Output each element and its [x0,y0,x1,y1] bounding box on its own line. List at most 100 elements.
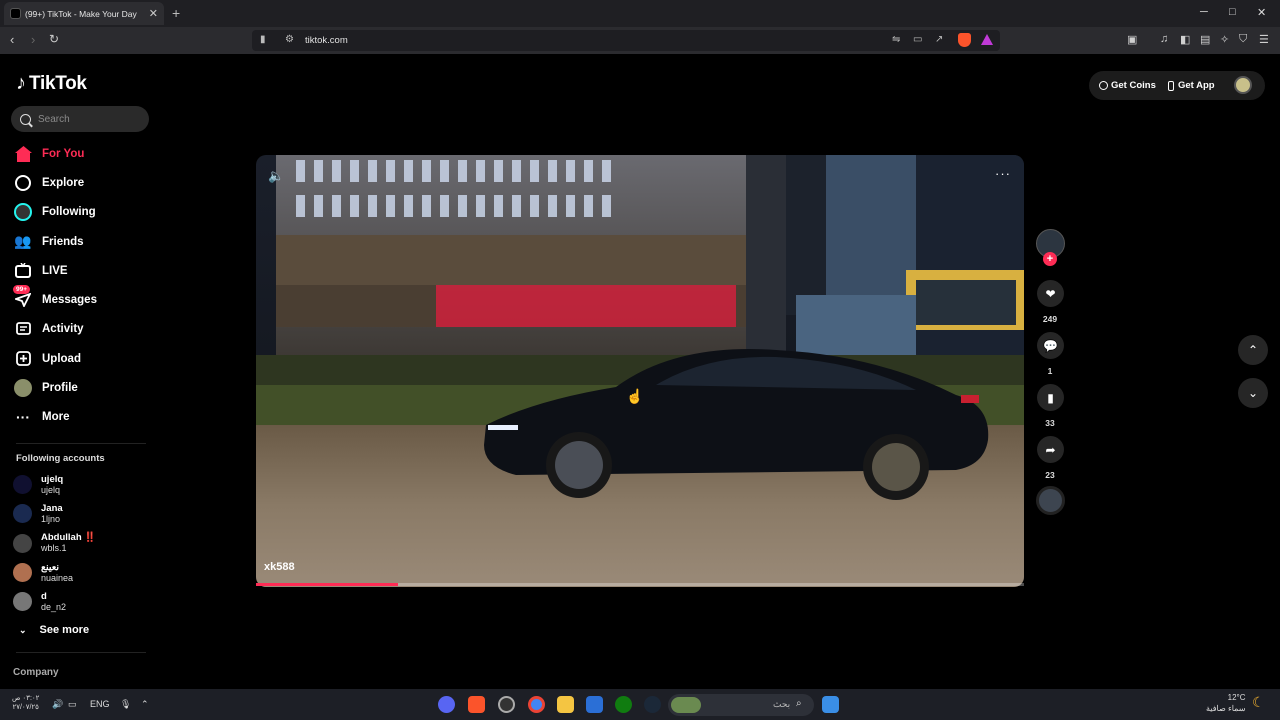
xbox-icon[interactable] [615,696,632,713]
account-username: 1ljno [41,513,61,524]
weather-widget[interactable]: 12°C سماء صافية [1206,692,1246,714]
screenshot-icon[interactable]: ▣ [1127,33,1137,46]
nav-item-following[interactable]: Following [14,198,154,227]
account-item[interactable]: d de_n2 [13,587,153,616]
search-icon[interactable] [20,113,31,125]
moon-icon: ☾ [1252,694,1265,710]
video-player[interactable] [256,155,1024,587]
tab-close-icon[interactable]: ✕ [149,7,158,20]
comment-button[interactable]: 💬 [1037,332,1064,359]
tray-chevron-up-icon[interactable]: ⌃ [141,699,149,710]
avatar [13,504,32,524]
like-button[interactable]: ❤ [1037,280,1064,307]
like-count: 249 [1042,314,1058,324]
see-more-button[interactable]: ⌄ See more [19,624,89,636]
nav-label: LIVE [42,264,68,277]
comment-icon: 💬 [1043,338,1058,353]
microphone-icon[interactable]: 🎙 [120,699,131,710]
more-icon: ··· [16,409,30,426]
next-video-button[interactable]: ⌄ [1238,378,1268,408]
account-item[interactable]: Jana 1ljno [13,499,153,528]
avatar [13,475,32,495]
messages-badge: 99+ [13,285,31,295]
windows-start-icon[interactable] [822,696,839,713]
new-tab-button[interactable]: + [172,5,180,21]
clock[interactable]: ٠٣:٠٢ ص ٢٧/٠٧/٢٥ [12,694,39,712]
video-progress-bar[interactable] [256,583,1024,586]
nav-label: Messages [42,294,97,307]
nav-item-messages[interactable]: 99+ Messages [13,285,154,314]
nav-item-more[interactable]: ··· More [14,403,154,432]
browser-tab[interactable]: (99+) TikTok - Make Your Day ✕ [4,2,164,25]
account-name: Jana [41,502,63,514]
weather-text: سماء صافية [1206,704,1246,713]
account-username: wbls.1 [41,543,67,554]
file-explorer-icon[interactable] [557,696,574,713]
nav-item-activity[interactable]: Activity [14,315,154,344]
user-avatar[interactable] [1234,76,1252,94]
share-count: 23 [1045,470,1055,480]
account-item[interactable]: نعينع nuainea [13,558,153,587]
nav-item-live[interactable]: LIVE [14,256,154,285]
save-button[interactable]: ▮ [1037,384,1064,411]
language-indicator[interactable]: ENG [90,699,110,709]
search-box[interactable] [11,106,149,132]
back-icon[interactable]: ‹ [10,32,14,47]
search-input[interactable] [38,113,138,125]
cast-icon[interactable]: ▭ [913,34,922,45]
close-window-button[interactable]: ✕ [1257,6,1266,19]
brave-shield-icon[interactable] [958,33,971,47]
nav-item-profile[interactable]: Profile [14,373,154,402]
minimize-button[interactable]: ─ [1200,6,1208,18]
video-author[interactable]: xk588 [264,561,295,573]
menu-icon[interactable]: ☰ [1259,33,1269,46]
site-info-icon[interactable]: ⚙ [285,34,294,45]
chrome-icon[interactable] [528,696,545,713]
account-username: nuainea [41,572,74,583]
get-app-button[interactable]: Get App [1168,80,1215,91]
discord-icon[interactable] [438,696,455,713]
bookmark-icon[interactable]: ▮ [260,34,266,45]
sound-avatar[interactable] [1036,486,1065,515]
volume-icon[interactable]: 🔈 [268,168,284,184]
account-item[interactable]: ujelq ujelq [13,470,153,499]
follow-plus-icon[interactable]: + [1043,252,1057,266]
get-coins-button[interactable]: Get Coins [1099,80,1156,91]
taskbar-search[interactable]: بحث ⌕ [668,694,814,716]
nav-item-upload[interactable]: Upload [14,344,154,373]
speaker-icon[interactable]: 🔊 [52,699,63,710]
url-text: tiktok.com [305,35,348,46]
app-icon[interactable] [498,696,515,713]
nav-item-explore[interactable]: Explore [14,168,154,197]
previous-video-button[interactable]: ⌃ [1238,335,1268,365]
search-highlight-icon [671,697,701,713]
reload-icon[interactable]: ↻ [49,32,59,46]
sidebar-icon[interactable]: ◧ [1180,33,1190,46]
share-button[interactable]: ➦ [1037,436,1064,463]
leo-ai-icon[interactable]: ✧ [1220,33,1229,46]
chevron-down-icon: ⌄ [19,624,27,635]
nav-item-for-you[interactable]: For You [14,139,154,168]
translate-icon[interactable]: ⇋ [892,34,900,45]
forward-icon[interactable]: › [31,32,35,47]
wallet-icon[interactable]: ▤ [1200,33,1210,46]
address-bar[interactable]: ▮ ⚙ tiktok.com ⇋ ▭ ↗ [252,30,1000,51]
account-item[interactable]: Abdullah ‼️ wbls.1 [13,529,153,558]
share-icon[interactable]: ↗ [935,34,943,45]
brave-icon[interactable] [468,696,485,713]
network-icon[interactable]: ▭ [68,699,77,710]
steam-icon[interactable] [644,696,661,713]
vpn-icon[interactable]: ⛉ [1239,33,1247,46]
media-icon[interactable]: ♫ [1160,33,1168,45]
nav-item-friends[interactable]: 👥 Friends [14,227,154,256]
tiktok-logo[interactable]: ♪ TikTok [16,72,87,95]
weather-temp: 12°C [1227,693,1246,702]
company-link[interactable]: Company [13,667,59,678]
following-icon [14,203,32,222]
share-arrow-icon: ➦ [1045,442,1056,457]
store-icon[interactable] [586,696,603,713]
account-name: ujelq [41,473,64,485]
more-options-icon[interactable]: ··· [995,166,1011,181]
maximize-button[interactable]: □ [1229,6,1236,18]
brave-rewards-icon[interactable] [981,34,993,45]
